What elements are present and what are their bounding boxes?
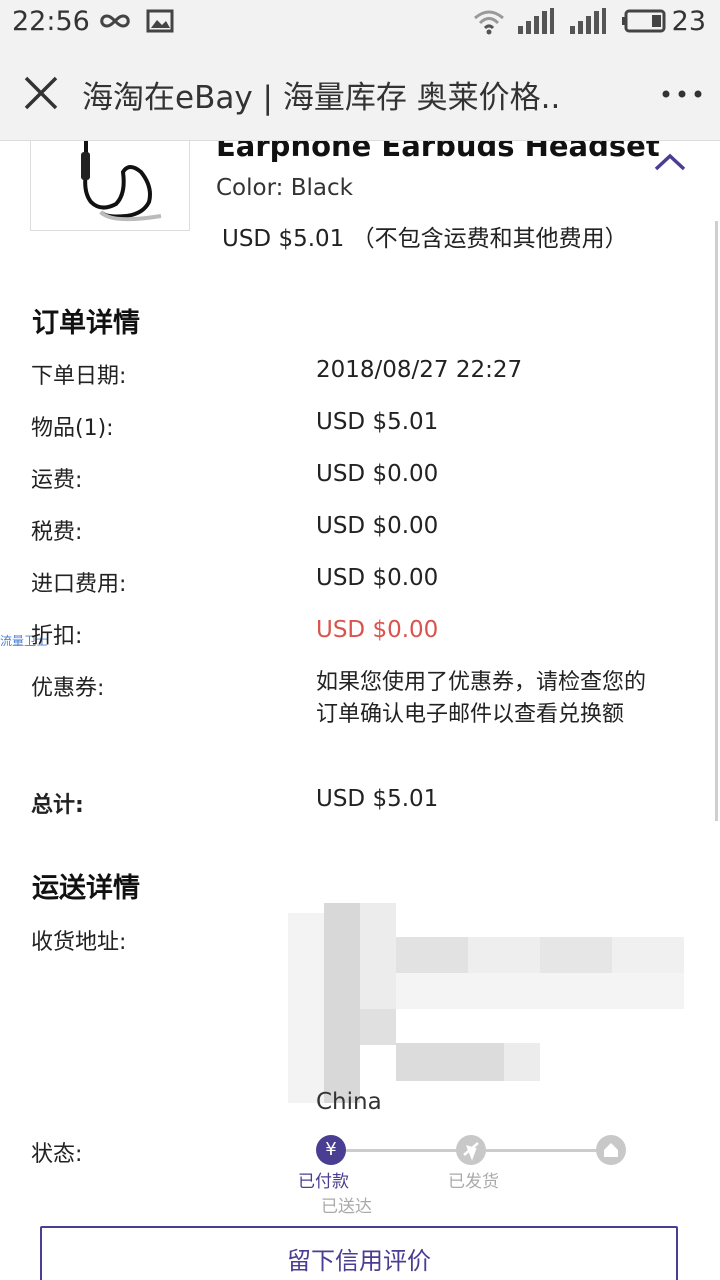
infinity-icon: [100, 14, 130, 28]
wifi-icon: [474, 10, 504, 35]
progress-line: [346, 1149, 458, 1152]
step-shipped: [456, 1135, 486, 1165]
step-shipped-label: 已发货: [448, 1172, 499, 1192]
tax-value: USD $0.00: [316, 513, 439, 539]
address-label: 收货地址:: [31, 930, 127, 955]
shipping-fee-value: USD $0.00: [316, 461, 439, 487]
import-fee-label: 进口费用:: [31, 572, 127, 597]
close-icon[interactable]: [20, 72, 62, 114]
chevron-up-icon[interactable]: [650, 147, 690, 177]
discount-label: 折扣:: [31, 624, 83, 649]
step-paid-label: 已付款: [298, 1172, 349, 1192]
address-redacted: [288, 903, 684, 1103]
image-icon: [146, 9, 174, 33]
product-thumbnail[interactable]: [30, 141, 190, 231]
order-date-value: 2018/08/27 22:27: [316, 357, 523, 383]
earphone-image: [81, 141, 162, 222]
signal-icon: [518, 8, 554, 34]
step-delivered: [596, 1135, 626, 1165]
plane-icon: [463, 1142, 479, 1161]
scrollbar[interactable]: [715, 221, 718, 821]
title-bar: 海淘在eBay | 海量库存 奥莱价格..: [0, 46, 720, 141]
step-delivered-label: 已送达: [321, 1197, 372, 1217]
order-details-title: 订单详情: [32, 308, 140, 339]
leave-feedback-button[interactable]: 留下信用评价: [40, 1226, 678, 1280]
address-country: China: [316, 1089, 382, 1115]
items-label: 物品(1):: [31, 416, 114, 441]
product-color: Color: Black: [216, 175, 353, 201]
discount-value: USD $0.00: [316, 617, 439, 643]
page-title: 海淘在eBay | 海量库存 奥莱价格..: [82, 80, 561, 116]
battery-level: 23: [671, 6, 706, 37]
product-price: USD $5.01 （不包含运费和其他费用）: [222, 226, 628, 252]
progress-line: [486, 1149, 598, 1152]
product-title[interactable]: Earphone Earbuds Headset: [216, 141, 660, 163]
order-content[interactable]: Earphone Earbuds Headset Color: Black US…: [0, 141, 720, 1280]
items-value: USD $5.01: [316, 409, 439, 435]
step-paid: ¥: [316, 1135, 346, 1165]
tax-label: 税费:: [31, 520, 83, 545]
status-label: 状态:: [31, 1142, 83, 1167]
status-bar: 22:56 23: [0, 0, 720, 46]
more-icon[interactable]: [660, 76, 704, 112]
order-date-label: 下单日期:: [31, 364, 127, 389]
total-label: 总计:: [31, 793, 84, 818]
coupon-label: 优惠券:: [31, 676, 105, 701]
shipping-details-title: 运送详情: [32, 873, 140, 904]
coupon-value: 如果您使用了优惠券，请检查您的订单确认电子邮件以查看兑换额: [316, 670, 647, 727]
status-time: 22:56: [12, 6, 90, 37]
signal-icon: [570, 8, 606, 34]
total-value: USD $5.01: [316, 786, 439, 812]
yen-icon: ¥: [325, 1139, 337, 1160]
shipping-fee-label: 运费:: [31, 468, 83, 493]
battery-icon: [622, 9, 666, 33]
home-icon: [604, 1143, 618, 1157]
import-fee-value: USD $0.00: [316, 565, 439, 591]
